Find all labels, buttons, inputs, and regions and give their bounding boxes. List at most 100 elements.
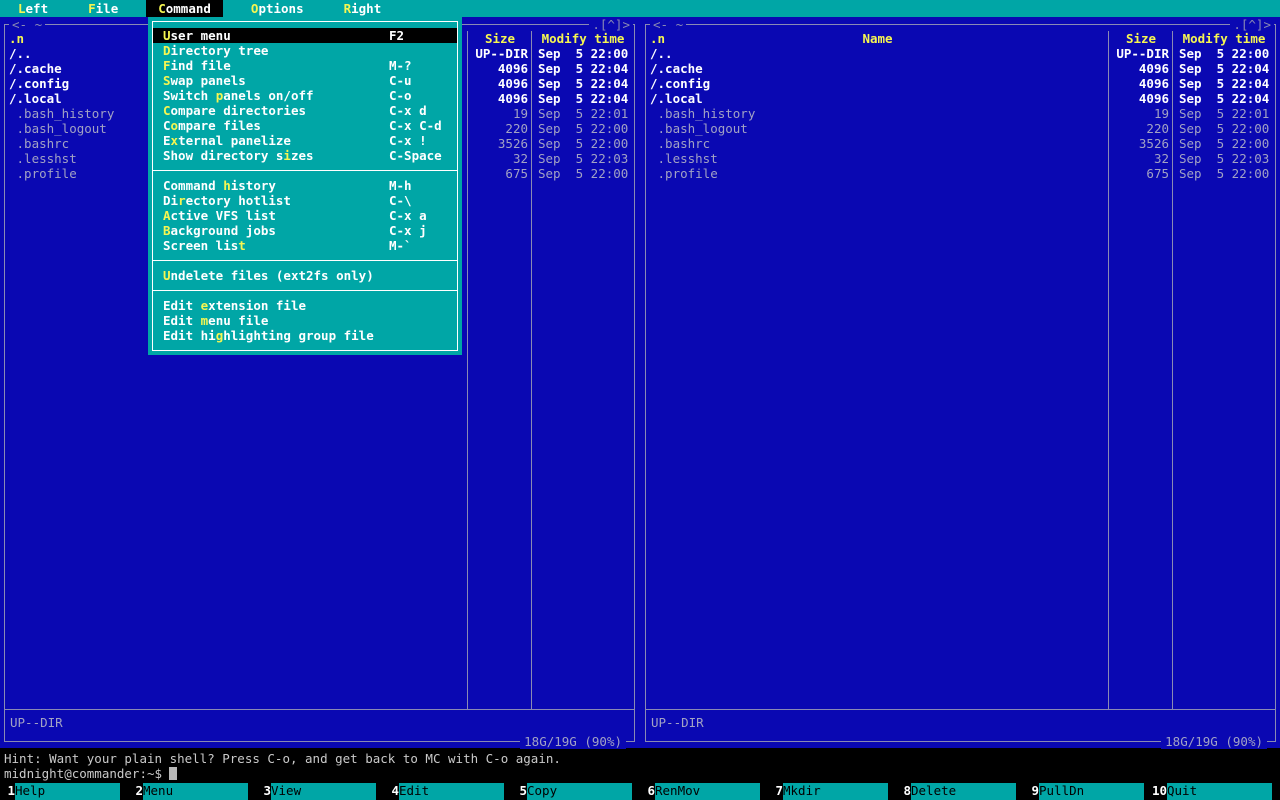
menubar-item-hotkey: L	[18, 1, 26, 16]
fkey-label: PullDn	[1039, 783, 1144, 800]
fkey-4[interactable]: 5 Copy	[512, 783, 640, 800]
file-row-3[interactable]: /.local 4096 Sep 5 22:04	[646, 91, 1275, 106]
menu-item-1[interactable]: Directory tree	[153, 43, 457, 58]
menubar-item-3[interactable]: Options	[239, 0, 316, 17]
fkey-2[interactable]: 3 View	[256, 783, 384, 800]
menu-item-pre: Command	[163, 178, 224, 193]
file-size: 4096	[497, 91, 528, 106]
menu-item-hotkey: i	[283, 148, 291, 163]
disk-usage: 18G/19G (90%)	[1161, 734, 1267, 749]
fkey-9[interactable]: 10 Quit	[1152, 783, 1280, 800]
menu-item-4[interactable]: Switch panels on/off C-o	[153, 88, 457, 103]
menu-item-5[interactable]: Compare directories C-x d	[153, 103, 457, 118]
size-column-header[interactable]: Size	[1109, 31, 1173, 46]
file-row-1[interactable]: /.cache 4096 Sep 5 22:04	[646, 61, 1275, 76]
menu-item-hotkey: C	[163, 103, 171, 118]
file-size: 19	[1153, 106, 1169, 121]
menu-item-10[interactable]: Command history M-h	[153, 178, 457, 193]
menubar-item-4[interactable]: Right	[332, 0, 394, 17]
fkey-number: 9	[1031, 783, 1039, 798]
file-row-7[interactable]: .lesshst 32 Sep 5 22:03	[646, 151, 1275, 166]
menu-item-13[interactable]: Background jobs C-x j	[153, 223, 457, 238]
file-row-4[interactable]: .bash_history 19 Sep 5 22:01	[646, 106, 1275, 121]
menu-item-label: mpare files	[178, 118, 261, 133]
column-divider	[531, 31, 532, 710]
fkey-8[interactable]: 9 PullDn	[1024, 783, 1152, 800]
menu-item-label: ind file	[170, 58, 231, 73]
menu-item-7[interactable]: External panelize C-x !	[153, 133, 457, 148]
menu-item-9[interactable]	[153, 163, 457, 178]
menu-item-hotkey: x	[170, 133, 179, 148]
file-mtime: Sep 5 22:04	[538, 61, 629, 76]
menu-item-2[interactable]: Find file M-?	[153, 58, 457, 73]
file-name: .bash_logout	[650, 121, 748, 136]
right-file-panel: <- ~ .[^]> .n Name Size Modify time /.. U…	[645, 17, 1276, 749]
menu-item-8[interactable]: Show directory sizes C-Space	[153, 148, 457, 163]
menu-item-17[interactable]	[153, 283, 457, 298]
left-panel-path[interactable]: <- ~	[9, 17, 46, 32]
fkey-label: Quit	[1167, 783, 1272, 800]
menu-item-pre: Edit	[163, 313, 201, 328]
menubar-item-1[interactable]: File	[76, 0, 130, 17]
right-panel-corner-buttons[interactable]: .[^]>	[1230, 17, 1274, 32]
file-row-6[interactable]: .bashrc 3526 Sep 5 22:00	[646, 136, 1275, 151]
menu-item-hotkey: r	[178, 193, 186, 208]
menu-item-0[interactable]: User menu F2	[153, 28, 457, 43]
fkey-5[interactable]: 6 RenMov	[640, 783, 768, 800]
file-row-5[interactable]: .bash_logout 220 Sep 5 22:00	[646, 121, 1275, 136]
menu-item-12[interactable]: Active VFS list C-x a	[153, 208, 457, 223]
fkey-number: 7	[775, 783, 783, 798]
menu-item-19[interactable]: Edit menu file	[153, 313, 457, 328]
menu-item-18[interactable]: Edit extension file	[153, 298, 457, 313]
sort-indicator[interactable]: .n	[650, 31, 665, 46]
prompt-text: midnight@commander:~$	[4, 766, 163, 781]
file-name: .bashrc	[650, 136, 711, 151]
fkey-3[interactable]: 4 Edit	[384, 783, 512, 800]
fkey-1[interactable]: 2 Menu	[128, 783, 256, 800]
fkey-6[interactable]: 7 Mkdir	[768, 783, 896, 800]
menubar-item-2[interactable]: Command	[146, 0, 223, 17]
menu-item-3[interactable]: Swap panels C-u	[153, 73, 457, 88]
menu-item-label: ctive VFS list	[170, 208, 276, 223]
menu-item-hotkey: o	[170, 118, 179, 133]
fkey-label: Mkdir	[783, 783, 888, 800]
menu-item-14[interactable]: Screen list M-`	[153, 238, 457, 253]
modify-time-column-header[interactable]: Modify time	[532, 31, 634, 46]
menu-item-label: zes	[290, 148, 314, 163]
fkey-7[interactable]: 8 Delete	[896, 783, 1024, 800]
name-column-header[interactable]: .nName	[646, 31, 1109, 46]
file-mtime: Sep 5 22:01	[1179, 106, 1270, 121]
size-column-header[interactable]: Size	[468, 31, 532, 46]
menu-item-hotkey: U	[163, 28, 171, 43]
menu-item-shortcut: C-x j	[389, 223, 427, 238]
left-panel-corner-buttons[interactable]: .[^]>	[589, 17, 633, 32]
menubar-item-0[interactable]: Left	[6, 0, 60, 17]
menu-item-hotkey: F	[163, 58, 171, 73]
fkey-number: 4	[391, 783, 399, 798]
fkey-label: Help	[15, 783, 120, 800]
fkey-number: 10	[1152, 783, 1168, 798]
file-row-8[interactable]: .profile 675 Sep 5 22:00	[646, 166, 1275, 181]
menu-item-15[interactable]	[153, 253, 457, 268]
fkey-0[interactable]: 1 Help	[0, 783, 128, 800]
menu-item-pre: Di	[163, 193, 179, 208]
menu-item-11[interactable]: Directory hotlist C-\	[153, 193, 457, 208]
file-row-0[interactable]: /.. UP--DIR Sep 5 22:00	[646, 46, 1275, 61]
menu-item-16[interactable]: Undelete files (ext2fs only)	[153, 268, 457, 283]
midnight-commander-screen: Left File Command Options Right <- ~ .[^]> .…	[0, 0, 1280, 800]
menu-item-pre: C	[163, 118, 171, 133]
file-name: /..	[650, 46, 673, 61]
shell-prompt[interactable]: midnight@commander:~$	[4, 766, 1280, 781]
menu-item-6[interactable]: Compare files C-x C-d	[153, 118, 457, 133]
menu-item-label: enu file	[208, 313, 269, 328]
file-mtime: Sep 5 22:00	[1179, 166, 1270, 181]
file-row-2[interactable]: /.config 4096 Sep 5 22:04	[646, 76, 1275, 91]
menubar-item-label: ptions	[258, 1, 304, 16]
file-mtime: Sep 5 22:04	[538, 76, 629, 91]
menu-item-20[interactable]: Edit highlighting group file	[153, 328, 457, 343]
right-panel-path[interactable]: <- ~	[650, 17, 687, 32]
modify-time-column-header[interactable]: Modify time	[1173, 31, 1275, 46]
file-mtime: Sep 5 22:04	[1179, 61, 1270, 76]
file-mtime: Sep 5 22:00	[1179, 136, 1270, 151]
sort-indicator[interactable]: .n	[9, 31, 24, 46]
